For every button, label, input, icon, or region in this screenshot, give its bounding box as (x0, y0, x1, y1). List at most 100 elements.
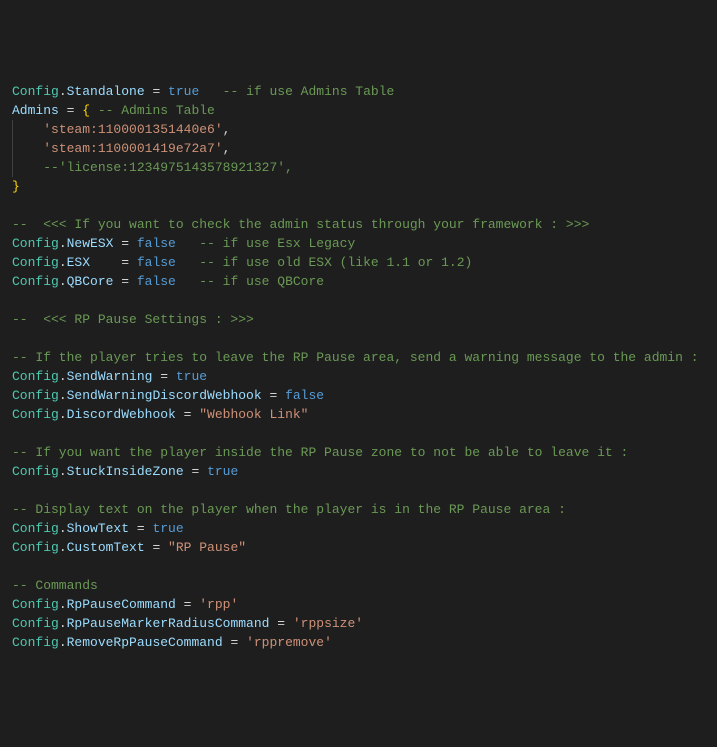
token-obj: Config (12, 84, 59, 99)
token-str: "RP Pause" (168, 540, 246, 555)
token-punct: = (184, 464, 207, 479)
code-line[interactable]: 'steam:1100001419e72a7', (12, 139, 705, 158)
token-str: "Webhook Link" (199, 407, 308, 422)
token-punct: . (59, 635, 67, 650)
code-line[interactable]: Config.SendWarning = true (12, 367, 705, 386)
token-comment: -- if use Esx Legacy (176, 236, 355, 251)
token-punct: , (223, 122, 231, 137)
token-punct: = (129, 521, 152, 536)
token-punct: = (176, 407, 199, 422)
code-line[interactable]: Config.ShowText = true (12, 519, 705, 538)
code-line[interactable]: Config.SendWarningDiscordWebhook = false (12, 386, 705, 405)
token-punct: . (59, 616, 67, 631)
code-line[interactable]: Config.StuckInsideZone = true (12, 462, 705, 481)
code-line[interactable]: Admins = { -- Admins Table (12, 101, 705, 120)
token-bool: false (137, 255, 176, 270)
code-line[interactable] (12, 329, 705, 348)
token-brace: { (82, 103, 90, 118)
code-line[interactable]: Config.QBCore = false -- if use QBCore (12, 272, 705, 291)
code-line[interactable] (12, 291, 705, 310)
code-line[interactable]: Config.RemoveRpPauseCommand = 'rppremove… (12, 633, 705, 652)
token-obj: Config (12, 388, 59, 403)
code-line[interactable] (12, 424, 705, 443)
token-prop: NewESX (67, 236, 114, 251)
token-prop: RemoveRpPauseCommand (67, 635, 223, 650)
token-prop: RpPauseMarkerRadiusCommand (67, 616, 270, 631)
code-line[interactable] (12, 481, 705, 500)
token-obj: Config (12, 597, 59, 612)
token-str: 'rppremove' (246, 635, 332, 650)
code-line[interactable]: --'license:1234975143578921327', (12, 158, 705, 177)
token-comment: -- if use old ESX (like 1.1 or 1.2) (176, 255, 472, 270)
code-line[interactable]: -- If the player tries to leave the RP P… (12, 348, 705, 367)
code-line[interactable]: -- Commands (12, 576, 705, 595)
code-line[interactable]: } (12, 177, 705, 196)
code-line[interactable]: 'steam:1100001351440e6', (12, 120, 705, 139)
token-punct: = (152, 369, 175, 384)
code-line[interactable]: Config.RpPauseMarkerRadiusCommand = 'rpp… (12, 614, 705, 633)
code-line[interactable]: -- <<< If you want to check the admin st… (12, 215, 705, 234)
code-line[interactable]: Config.NewESX = false -- if use Esx Lega… (12, 234, 705, 253)
token-bool: true (207, 464, 238, 479)
token-prop: ShowText (67, 521, 129, 536)
token-punct: = (145, 84, 168, 99)
token-obj: Config (12, 540, 59, 555)
code-editor[interactable]: Config.Standalone = true -- if use Admin… (12, 82, 705, 652)
token-prop: SendWarning (67, 369, 153, 384)
token-punct: . (59, 407, 67, 422)
code-line[interactable] (12, 196, 705, 215)
token-punct: = (262, 388, 285, 403)
token-prop: DiscordWebhook (67, 407, 176, 422)
token-obj: Config (12, 464, 59, 479)
token-prop: Admins (12, 103, 59, 118)
token-comment: -- Admins Table (90, 103, 215, 118)
token-bool: false (285, 388, 324, 403)
token-prop: CustomText (67, 540, 145, 555)
token-prop: QBCore (67, 274, 114, 289)
token-comment: --'license:1234975143578921327', (43, 160, 293, 175)
token-prop: ESX (67, 255, 90, 270)
code-line[interactable]: -- Display text on the player when the p… (12, 500, 705, 519)
code-line[interactable]: -- <<< RP Pause Settings : >>> (12, 310, 705, 329)
token-punct: . (59, 369, 67, 384)
token-comment: -- Display text on the player when the p… (12, 502, 566, 517)
token-punct: . (59, 255, 67, 270)
token-obj: Config (12, 635, 59, 650)
token-punct: . (59, 84, 67, 99)
code-line[interactable]: Config.DiscordWebhook = "Webhook Link" (12, 405, 705, 424)
token-bool: false (137, 236, 176, 251)
code-line[interactable]: Config.Standalone = true -- if use Admin… (12, 82, 705, 101)
token-obj: Config (12, 236, 59, 251)
token-obj: Config (12, 407, 59, 422)
token-brace: } (12, 179, 20, 194)
token-punct: . (59, 521, 67, 536)
token-punct: = (176, 597, 199, 612)
code-line[interactable]: -- If you want the player inside the RP … (12, 443, 705, 462)
token-punct: . (59, 464, 67, 479)
code-line[interactable]: Config.ESX = false -- if use old ESX (li… (12, 253, 705, 272)
token-str: 'rpp' (199, 597, 238, 612)
token-punct: = (113, 236, 136, 251)
token-str: 'steam:1100001419e72a7' (43, 141, 222, 156)
token-comment: -- <<< RP Pause Settings : >>> (12, 312, 254, 327)
token-comment: -- If you want the player inside the RP … (12, 445, 628, 460)
token-punct: = (145, 540, 168, 555)
token-punct: . (59, 540, 67, 555)
code-line[interactable]: Config.CustomText = "RP Pause" (12, 538, 705, 557)
token-punct: = (223, 635, 246, 650)
token-punct: = (113, 274, 136, 289)
token-comment: -- if use Admins Table (199, 84, 394, 99)
code-line[interactable]: Config.RpPauseCommand = 'rpp' (12, 595, 705, 614)
token-punct: = (59, 103, 82, 118)
token-comment: -- <<< If you want to check the admin st… (12, 217, 589, 232)
token-comment: -- If the player tries to leave the RP P… (12, 350, 699, 365)
code-line[interactable] (12, 557, 705, 576)
token-str: 'rppsize' (293, 616, 363, 631)
token-prop: Standalone (67, 84, 145, 99)
token-punct: , (223, 141, 231, 156)
token-punct: . (59, 236, 67, 251)
token-obj: Config (12, 616, 59, 631)
token-obj: Config (12, 274, 59, 289)
token-prop: RpPauseCommand (67, 597, 176, 612)
token-punct: = (269, 616, 292, 631)
